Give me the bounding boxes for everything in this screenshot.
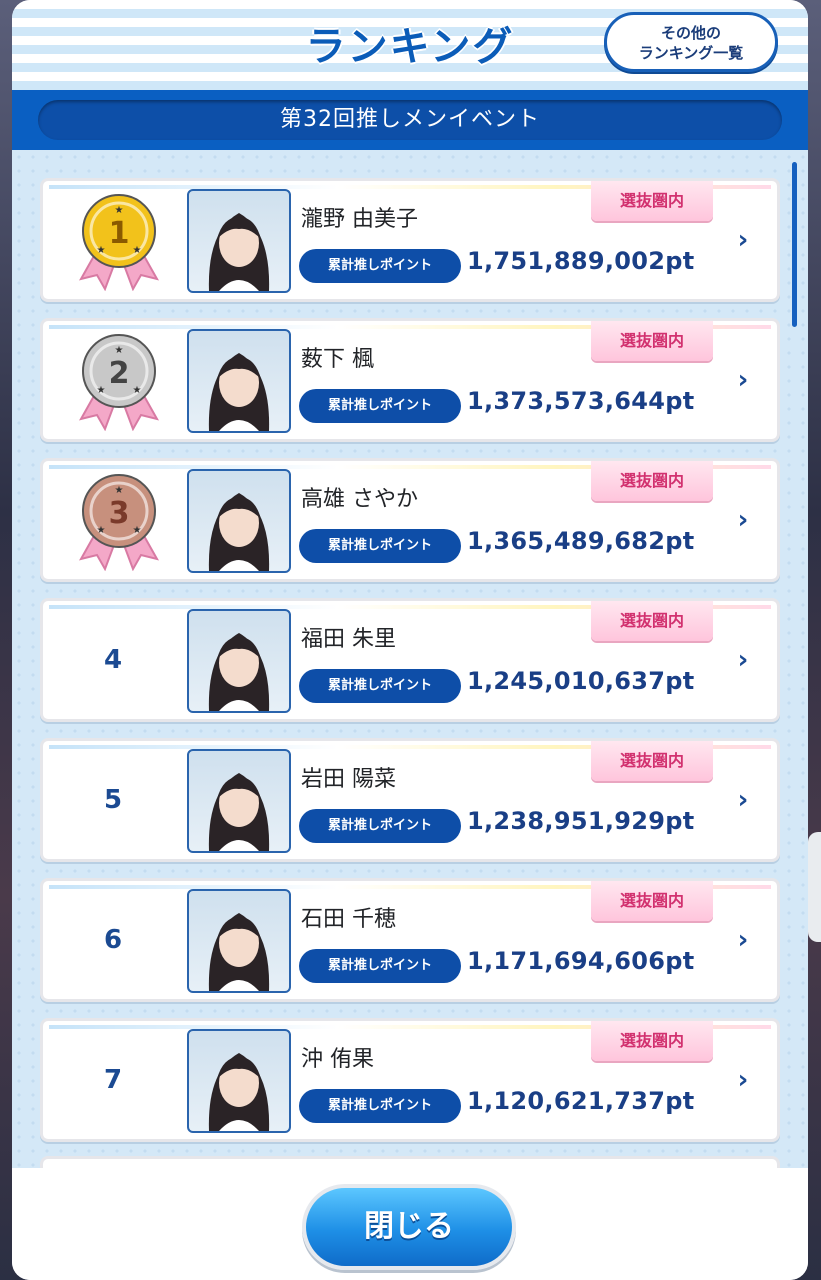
points-badge: 累計推しポイント [299,809,461,843]
svg-text:★: ★ [115,345,124,356]
selected-status-badge: 選抜圏内 [591,1021,713,1061]
ranking-row[interactable]: 5 岩田 陽菜累計推しポイント 1,238,951,929pt 選抜圏内 › [40,738,780,862]
svg-text:★: ★ [97,525,106,536]
svg-text:★: ★ [115,205,124,216]
member-name: 岩田 陽菜 [301,767,396,792]
modal-header: ランキング その他の ランキング一覧 [12,0,808,90]
selected-status-badge: 選抜圏内 [591,321,713,361]
points-value: 1,751,889,002pt [467,247,695,275]
points-value: 1,171,694,606pt [467,947,695,975]
ranking-row[interactable]: ★ ★ ★ 1 瀧野 由美子累計推しポイント 1,751,889,002pt 選抜圏内 › [40,178,780,302]
other-rankings-label-line2: ランキング一覧 [638,44,744,62]
ranking-row[interactable]: 4 福田 朱里累計推しポイント 1,245,010,637pt 選抜圏内 › [40,598,780,722]
member-name: 福田 朱里 [301,627,396,652]
member-photo [187,609,291,713]
rank-number: 1 [109,216,130,251]
side-tab [808,832,821,942]
member-name: 高雄 さやか [301,487,418,512]
rank-number: 2 [109,356,130,391]
svg-text:★: ★ [133,525,142,536]
selected-status-badge: 選抜圏内 [591,461,713,501]
svg-text:★: ★ [133,385,142,396]
svg-text:★: ★ [97,385,106,396]
chevron-right-icon[interactable]: › [731,505,755,535]
selected-status-badge: 選抜圏内 [591,881,713,921]
member-photo [187,889,291,993]
points-value: 1,365,489,682pt [467,527,695,555]
chevron-right-icon[interactable]: › [731,225,755,255]
member-photo [187,1029,291,1133]
list-item-partial[interactable] [40,1156,780,1168]
event-bar: 第32回推しメンイベント [12,90,808,150]
rank-medal-icon: ★ ★ ★ 3 [71,471,167,572]
svg-text:★: ★ [115,485,124,496]
points-value: 1,120,621,737pt [467,1087,695,1115]
member-name: 薮下 楓 [301,347,374,372]
member-photo [187,749,291,853]
member-photo [187,189,291,293]
points-value: 1,238,951,929pt [467,807,695,835]
chevron-right-icon[interactable]: › [731,365,755,395]
svg-text:★: ★ [133,245,142,256]
member-name: 石田 千穂 [301,907,396,932]
points-value: 1,373,573,644pt [467,387,695,415]
member-name: 沖 侑果 [301,1047,374,1072]
modal-footer: 閉じる [12,1168,808,1280]
chevron-right-icon[interactable]: › [731,785,755,815]
points-badge: 累計推しポイント [299,389,461,423]
rank-number: 3 [109,496,130,531]
member-photo [187,469,291,573]
member-name: 瀧野 由美子 [301,207,418,232]
points-badge: 累計推しポイント [299,249,461,283]
other-rankings-label-line1: その他の [660,24,721,42]
points-badge: 累計推しポイント [299,949,461,983]
chevron-right-icon[interactable]: › [731,645,755,675]
svg-text:★: ★ [97,245,106,256]
ranking-row[interactable]: ★ ★ ★ 3 高雄 さやか累計推しポイント 1,365,489,682pt 選抜圏内 › [40,458,780,582]
other-rankings-button[interactable]: その他の ランキング一覧 [604,12,778,72]
rank-number: 6 [103,925,123,955]
chevron-right-icon[interactable]: › [731,1065,755,1095]
scrollbar[interactable] [792,162,797,327]
rank-number: 4 [103,645,123,675]
rank-number: 5 [103,785,123,815]
selected-status-badge: 選抜圏内 [591,181,713,221]
selected-status-badge: 選抜圏内 [591,601,713,641]
rank-medal-icon: ★ ★ ★ 2 [71,331,167,432]
ranking-list[interactable]: ★ ★ ★ 1 瀧野 由美子 累計推しポイント 1,751,889,002pt 選抜圏内 › ★ ★… [12,150,808,1168]
member-photo [187,329,291,433]
selected-status-badge: 選抜圏内 [591,741,713,781]
points-badge: 累計推しポイント [299,529,461,563]
chevron-right-icon[interactable]: › [731,925,755,955]
points-badge: 累計推しポイント [299,1089,461,1123]
rank-medal-icon: ★ ★ ★ 1 [71,191,167,292]
close-button[interactable]: 閉じる [302,1184,516,1270]
ranking-modal: ランキング その他の ランキング一覧 第32回推しメンイベント ★ ★ ★ 1 瀧野 由… [12,0,808,1280]
event-name: 第32回推しメンイベント [38,100,782,140]
points-value: 1,245,010,637pt [467,667,695,695]
ranking-row[interactable]: 6 石田 千穂累計推しポイント 1,171,694,606pt 選抜圏内 › [40,878,780,1002]
ranking-row[interactable]: ★ ★ ★ 2 薮下 楓累計推しポイント 1,373,573,644pt 選抜圏内 › [40,318,780,442]
ranking-row[interactable]: 7 沖 侑果累計推しポイント 1,120,621,737pt 選抜圏内 › [40,1018,780,1142]
points-badge: 累計推しポイント [299,669,461,703]
rank-number: 7 [103,1065,123,1095]
